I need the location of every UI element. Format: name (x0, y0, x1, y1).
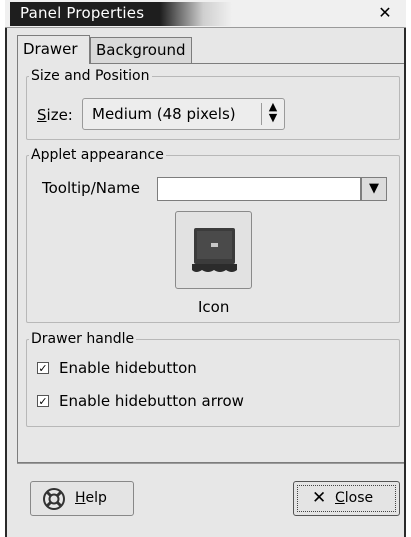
size-label-rest: ize: (46, 106, 73, 124)
help-mnemonic: H (75, 490, 86, 506)
window-title: Panel Properties (20, 4, 145, 22)
size-position-heading: Size and Position (29, 68, 152, 84)
close-mnemonic: C (335, 490, 345, 506)
chevron-down-icon[interactable]: ▼ (361, 177, 387, 201)
drawer-handle-heading: Drawer handle (29, 331, 137, 347)
applet-appearance-heading: Applet appearance (29, 147, 166, 163)
close-icon[interactable]: ✕ (376, 4, 394, 22)
enable-hidebutton-checkbox[interactable]: ✓ (37, 362, 49, 374)
x-icon: ✕ (312, 488, 327, 508)
tab-background[interactable]: Background (90, 37, 192, 63)
help-label-rest: elp (85, 490, 107, 506)
close-label: Close (335, 490, 373, 506)
drawer-icon (192, 228, 237, 272)
tooltip-label: Tooltip/Name (42, 179, 141, 197)
enable-hidebutton-label[interactable]: Enable hidebutton (59, 359, 197, 377)
enable-hidebutton-arrow-label[interactable]: Enable hidebutton arrow (59, 392, 244, 410)
icon-label: Icon (198, 298, 230, 316)
drawer-handle-frame (26, 339, 400, 427)
size-label-mnemonic: S (37, 106, 47, 124)
size-combo-separator (261, 103, 262, 125)
size-label: Size: (37, 106, 73, 124)
help-label: Help (75, 490, 107, 506)
lifebuoy-icon (43, 488, 65, 510)
up-down-arrows-icon[interactable]: ▲ ▼ (266, 101, 280, 123)
tooltip-input[interactable] (157, 177, 361, 201)
close-label-rest: lose (344, 490, 374, 506)
tab-drawer[interactable]: Drawer (17, 35, 90, 64)
button-divider (17, 463, 404, 464)
icon-button[interactable] (175, 211, 252, 289)
enable-hidebutton-arrow-checkbox[interactable]: ✓ (37, 395, 49, 407)
title-decoration (160, 2, 232, 26)
size-value: Medium (48 pixels) (92, 105, 236, 123)
